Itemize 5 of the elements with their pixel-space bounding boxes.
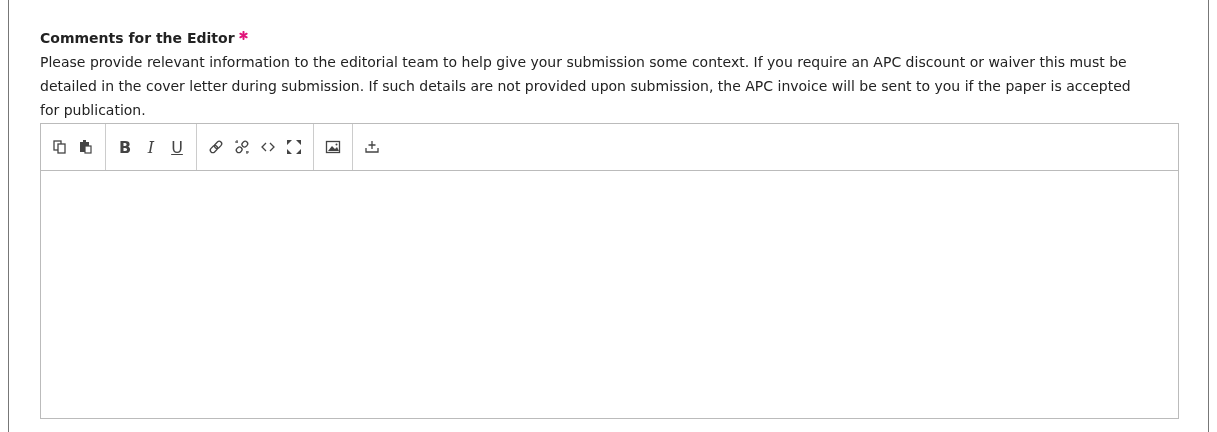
- field-label: Comments for the Editor: [40, 29, 235, 48]
- field-description: Please provide relevant information to the editorial team to help give your submission some context. If you require an APC discount or waiver this must be detailed in the cover letter during submission. If such details are not provided upon submission, the APC invoice will be sent to you if the paper is accepted for publication.: [40, 53, 1132, 120]
- bold-button[interactable]: B: [112, 134, 138, 160]
- italic-button[interactable]: I: [138, 134, 164, 160]
- underline-button[interactable]: U: [164, 134, 190, 160]
